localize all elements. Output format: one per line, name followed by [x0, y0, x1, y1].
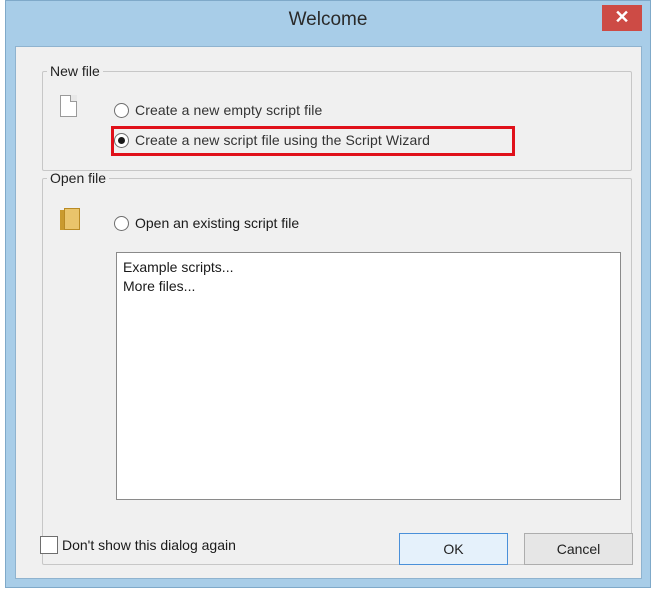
list-item-more-files[interactable]: More files...	[123, 277, 614, 296]
radio-open-existing-script[interactable]: Open an existing script file	[114, 215, 299, 231]
existing-files-list[interactable]: Example scripts... More files...	[116, 252, 621, 500]
ok-button[interactable]: OK	[399, 533, 508, 565]
cancel-button[interactable]: Cancel	[524, 533, 633, 565]
radio-button[interactable]	[114, 215, 129, 231]
title-bar[interactable]: Welcome ✕	[6, 1, 650, 45]
radio-new-empty-script[interactable]: Create a new empty script file	[114, 102, 322, 118]
close-button[interactable]: ✕	[602, 5, 642, 31]
list-item-example-scripts[interactable]: Example scripts...	[123, 258, 614, 277]
close-icon: ✕	[614, 7, 630, 27]
new-file-legend: New file	[50, 63, 100, 79]
radio-label: Create a new empty script file	[135, 102, 323, 118]
folder-icon	[60, 207, 82, 231]
dialog-client-area: New file Create a new empty script file …	[15, 46, 642, 579]
dont-show-again-label: Don't show this dialog again	[62, 537, 236, 553]
radio-label: Open an existing script file	[135, 215, 300, 231]
welcome-dialog: Welcome ✕ New file Create a new empty sc…	[5, 0, 651, 588]
dialog-title: Welcome	[288, 9, 368, 30]
radio-button[interactable]	[114, 102, 129, 118]
dont-show-again-checkbox[interactable]	[40, 536, 58, 554]
document-icon	[60, 95, 77, 117]
highlight-box	[111, 126, 515, 156]
dont-show-again-checkbox-row[interactable]: Don't show this dialog again	[40, 536, 236, 554]
open-file-legend: Open file	[50, 170, 107, 186]
